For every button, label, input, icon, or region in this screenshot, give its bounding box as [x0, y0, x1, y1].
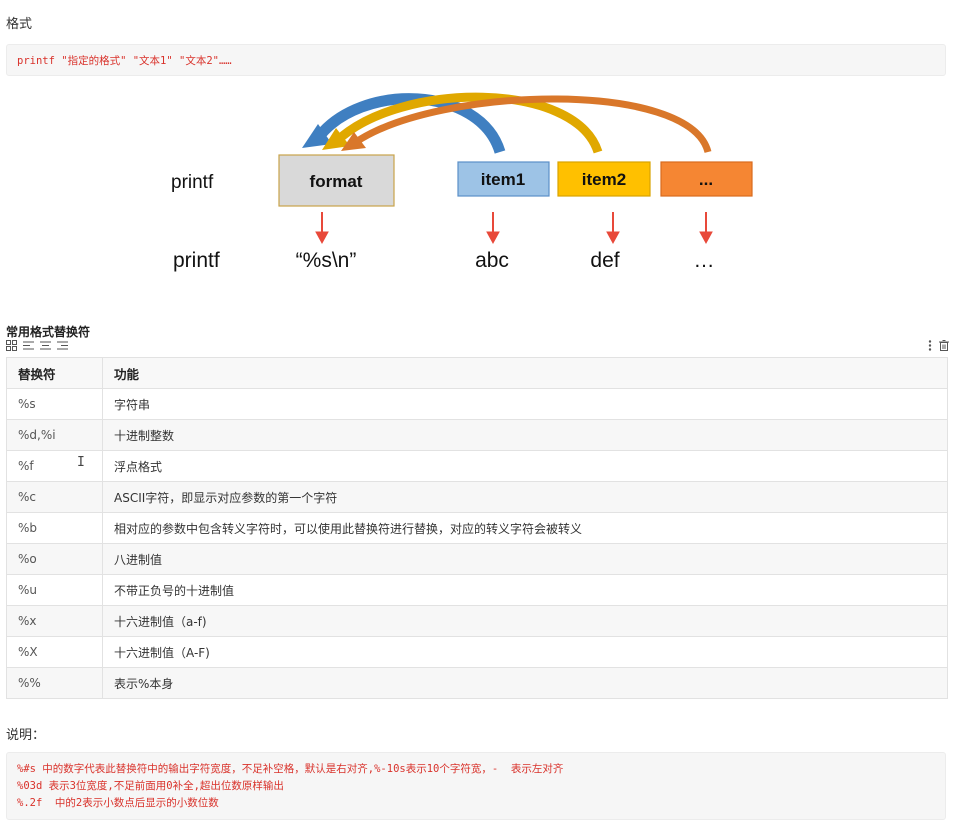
- row2-value-format: “%s\n”: [296, 249, 357, 272]
- cell-function[interactable]: 不带正负号的十进制值: [102, 574, 948, 606]
- delete-icon[interactable]: [939, 340, 949, 355]
- down-arrow-format: [315, 212, 329, 245]
- table-row: %X 十六进制值（A-F): [6, 636, 948, 668]
- format-specifier-table: 替换符 功能 %s 字符串 %d,%i 十进制整数 %f 浮点格式 %c ASCII字符…: [6, 357, 948, 699]
- cell-function[interactable]: 八进制值: [102, 543, 948, 575]
- box-format-label: format: [310, 172, 363, 191]
- cell-function[interactable]: 相对应的参数中包含转义字符时，可以使用此替换符进行替换，对应的转义字符会被转义: [102, 512, 948, 544]
- table-row: %x 十六进制值（a-f): [6, 605, 948, 637]
- table-row: %d,%i 十进制整数: [6, 419, 948, 451]
- cell-specifier[interactable]: %X: [6, 636, 103, 668]
- table-row: %s 字符串: [6, 388, 948, 420]
- table-row: %c ASCII字符，即显示对应参数的第一个字符: [6, 481, 948, 513]
- cell-specifier[interactable]: %f: [6, 450, 103, 482]
- cell-specifier[interactable]: %s: [6, 388, 103, 420]
- align-left-icon[interactable]: [23, 340, 34, 355]
- down-arrow-more: [699, 212, 713, 245]
- row2-value-more: …: [694, 249, 715, 272]
- cell-function[interactable]: 十进制整数: [102, 419, 948, 451]
- down-arrow-item2: [606, 212, 620, 245]
- table-toolbar-right: [927, 340, 949, 355]
- box-item1-label: item1: [481, 170, 525, 189]
- format-heading: 格式: [6, 17, 33, 32]
- cell-function[interactable]: ASCII字符，即显示对应参数的第一个字符: [102, 481, 948, 513]
- table-header-row: 替换符 功能: [6, 357, 948, 389]
- align-center-icon[interactable]: [40, 340, 51, 355]
- more-vertical-icon[interactable]: [927, 340, 933, 355]
- printf-diagram: printf format item1 item2 ... printf “%s…: [171, 92, 753, 272]
- cell-specifier[interactable]: %u: [6, 574, 103, 606]
- diagram-row2-label: printf: [173, 249, 220, 272]
- table-row: %% 表示%本身: [6, 667, 948, 699]
- cell-specifier[interactable]: %d,%i: [6, 419, 103, 451]
- table-row: %u 不带正负号的十进制值: [6, 574, 948, 606]
- row2-value-item1: abc: [475, 249, 509, 272]
- cell-function[interactable]: 十六进制值（a-f): [102, 605, 948, 637]
- format-code-block[interactable]: printf "指定的格式" "文本1" "文本2"……: [6, 44, 946, 76]
- cell-specifier[interactable]: %o: [6, 543, 103, 575]
- table-toolbar: [6, 340, 68, 355]
- notes-code-line: %.2f 中的2表示小数点后显示的小数位数: [17, 797, 219, 809]
- notes-heading: 说明：: [6, 728, 46, 743]
- cell-specifier[interactable]: %c: [6, 481, 103, 513]
- cell-function[interactable]: 十六进制值（A-F): [102, 636, 948, 668]
- header-function[interactable]: 功能: [102, 357, 948, 389]
- diagram-row1-label: printf: [171, 172, 214, 193]
- box-more-label: ...: [699, 170, 713, 189]
- cell-specifier[interactable]: %b: [6, 512, 103, 544]
- cell-specifier[interactable]: %x: [6, 605, 103, 637]
- cell-function[interactable]: 浮点格式: [102, 450, 948, 482]
- down-arrow-item1: [486, 212, 500, 245]
- box-item2-label: item2: [582, 170, 626, 189]
- table-row: %o 八进制值: [6, 543, 948, 575]
- header-specifier[interactable]: 替换符: [6, 357, 103, 389]
- grid-icon[interactable]: [6, 340, 17, 355]
- text-cursor-icon: I: [77, 455, 85, 470]
- cell-function[interactable]: 字符串: [102, 388, 948, 420]
- notes-code-line: %#s 中的数字代表此替换符中的输出字符宽度，不足补空格，默认是右对齐,%-10…: [17, 763, 564, 775]
- row2-value-item2: def: [590, 249, 619, 272]
- format-code-line: printf "指定的格式" "文本1" "文本2"……: [17, 55, 232, 67]
- cell-function[interactable]: 表示%本身: [102, 667, 948, 699]
- align-right-icon[interactable]: [57, 340, 68, 355]
- table-row: %b 相对应的参数中包含转义字符时，可以使用此替换符进行替换，对应的转义字符会被转…: [6, 512, 948, 544]
- cell-specifier[interactable]: %%: [6, 667, 103, 699]
- table-heading: 常用格式替换符: [6, 325, 91, 339]
- notes-code-block[interactable]: %#s 中的数字代表此替换符中的输出字符宽度，不足补空格，默认是右对齐,%-10…: [6, 752, 946, 820]
- table-row: %f 浮点格式: [6, 450, 948, 482]
- notes-code-line: %03d 表示3位宽度,不足前面用0补全,超出位数原样输出: [17, 780, 284, 792]
